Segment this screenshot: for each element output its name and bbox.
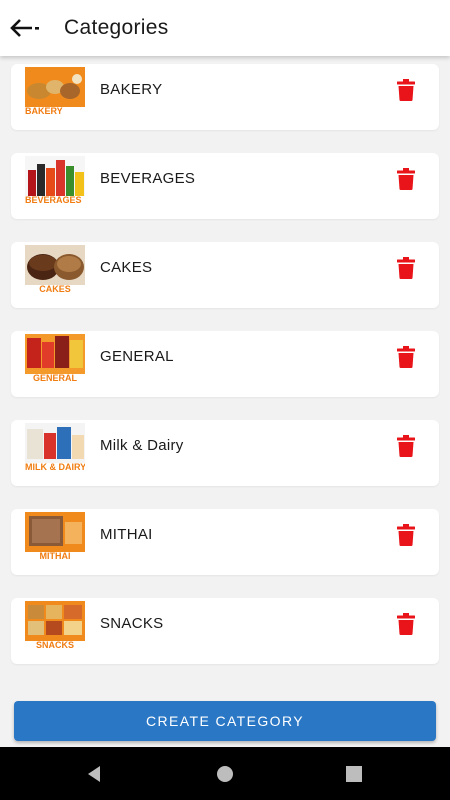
trash-icon[interactable] xyxy=(397,613,415,635)
thumbnail-label: CAKES xyxy=(39,284,71,293)
cakes-image xyxy=(25,245,85,285)
category-thumbnail: CAKES xyxy=(25,245,85,293)
arrow-left-icon xyxy=(10,19,39,37)
category-card-milk-dairy[interactable]: MILK & DAIRY Milk & Dairy xyxy=(11,420,439,486)
page-title: Categories xyxy=(64,16,169,39)
thumbnail-label: GENERAL xyxy=(32,373,77,382)
category-card-beverages[interactable]: BEVERAGES BEVERAGES xyxy=(11,153,439,219)
app-bar: Categories xyxy=(0,0,450,56)
category-thumbnail: BEVERAGES xyxy=(25,156,85,204)
category-card-general[interactable]: GENERAL GENERAL xyxy=(11,331,439,397)
category-card-cakes[interactable]: CAKES CAKES xyxy=(11,242,439,308)
thumbnail-label: MILK & DAIRY xyxy=(25,462,85,471)
trash-icon[interactable] xyxy=(397,524,415,546)
trash-icon[interactable] xyxy=(397,435,415,457)
system-nav-bar xyxy=(0,747,450,800)
category-card-snacks[interactable]: SNACKS SNACKS xyxy=(11,598,439,664)
back-button[interactable] xyxy=(8,13,42,43)
milk-dairy-image xyxy=(25,423,85,463)
trash-icon[interactable] xyxy=(397,79,415,101)
category-thumbnail: MITHAI xyxy=(25,512,85,560)
back-triangle-icon[interactable] xyxy=(84,764,104,784)
category-name: BAKERY xyxy=(100,81,163,98)
category-name: CAKES xyxy=(100,259,153,276)
category-card-mithai[interactable]: MITHAI MITHAI xyxy=(11,509,439,575)
home-circle-icon[interactable] xyxy=(215,764,235,784)
trash-icon[interactable] xyxy=(397,257,415,279)
general-image xyxy=(25,334,85,374)
bakery-image xyxy=(25,67,85,107)
category-thumbnail: MILK & DAIRY xyxy=(25,423,85,471)
category-name: GENERAL xyxy=(100,348,174,365)
category-name: SNACKS xyxy=(100,615,164,632)
thumbnail-label: BEVERAGES xyxy=(25,195,82,204)
thumbnail-label: BAKERY xyxy=(25,106,63,115)
snacks-image xyxy=(25,601,85,641)
trash-icon[interactable] xyxy=(397,168,415,190)
category-card-bakery[interactable]: BAKERY BAKERY xyxy=(11,64,439,130)
category-list[interactable]: BAKERY BAKERY BEVERAGES BEVERAGES CAKES … xyxy=(0,56,450,746)
beverages-image xyxy=(25,156,85,196)
thumbnail-label: MITHAI xyxy=(39,551,71,560)
category-name: Milk & Dairy xyxy=(100,437,184,454)
mithai-image xyxy=(25,512,85,552)
category-name: BEVERAGES xyxy=(100,170,196,187)
category-thumbnail: SNACKS xyxy=(25,601,85,649)
recents-square-icon[interactable] xyxy=(344,764,364,784)
category-thumbnail: BAKERY xyxy=(25,67,85,115)
create-category-button[interactable]: CREATE CATEGORY xyxy=(14,701,436,741)
category-name: MITHAI xyxy=(100,526,153,543)
category-thumbnail: GENERAL xyxy=(25,334,85,382)
thumbnail-label: SNACKS xyxy=(35,640,74,649)
trash-icon[interactable] xyxy=(397,346,415,368)
